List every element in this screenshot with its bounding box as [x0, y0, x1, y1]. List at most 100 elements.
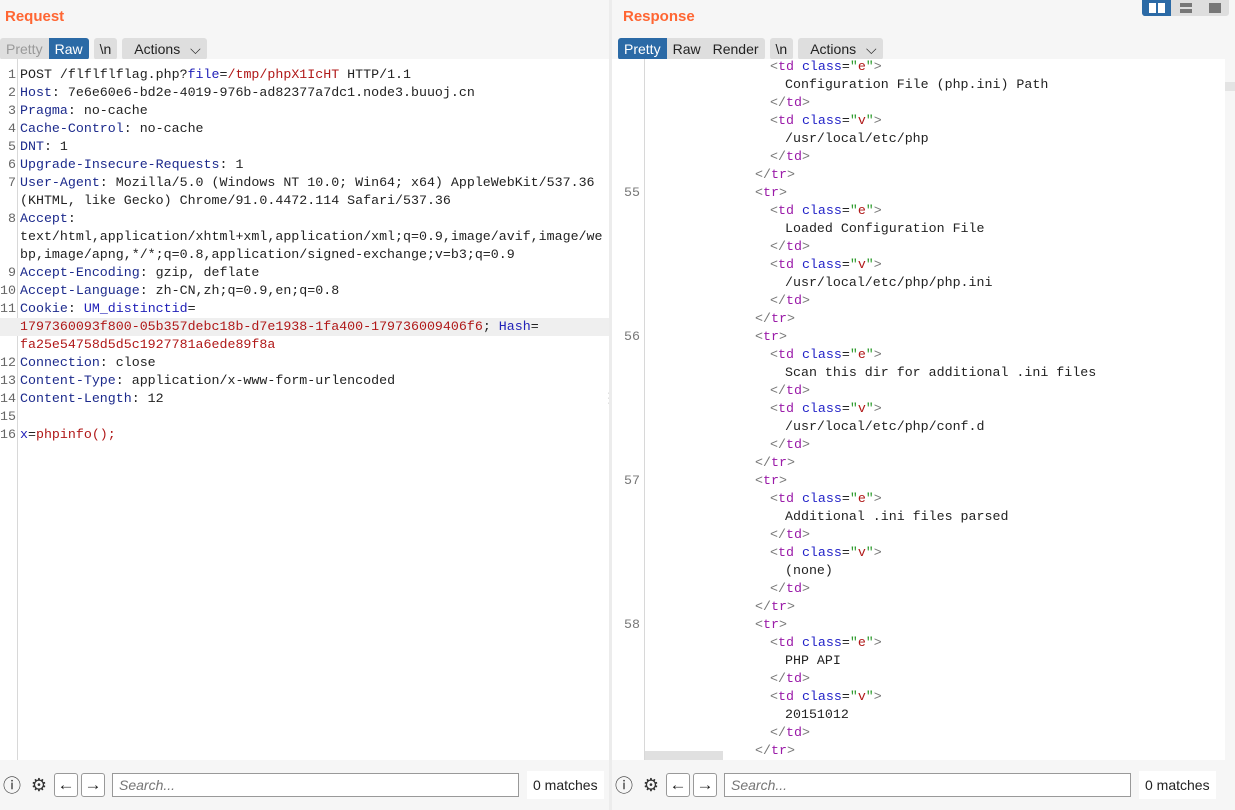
newline-label: \n — [99, 41, 112, 57]
code-token: v — [857, 689, 866, 704]
code-token: " — [865, 257, 874, 272]
code-token: Accept-Encoding — [20, 265, 140, 280]
line-text: <tr> — [640, 616, 787, 634]
code-line: 13 Content-Type: application/x-www-form-u… — [0, 372, 609, 390]
line-text: Cookie: UM_distinctid= — [18, 300, 196, 318]
previous-match-button[interactable]: ← — [54, 773, 78, 797]
code-token: tr — [770, 743, 787, 758]
code-token: Host — [20, 85, 52, 100]
gear-icon[interactable]: ⚙ — [639, 773, 663, 797]
code-token: td — [777, 689, 794, 704]
layout-stacked-icon[interactable] — [1171, 0, 1200, 16]
line-text: Scan this dir for additional .ini files — [640, 364, 1096, 382]
line-text: Accept-Language: zh-CN,zh;q=0.9,en;q=0.8 — [18, 282, 339, 300]
request-tab-raw[interactable]: Raw — [48, 38, 89, 60]
code-token: : no-cache — [123, 121, 204, 136]
request-view-tabs: Pretty Raw — [0, 38, 89, 60]
code-token: file — [187, 67, 220, 82]
request-tab-pretty[interactable]: Pretty — [0, 38, 49, 60]
code-token: class — [801, 689, 842, 704]
code-token: " — [865, 203, 874, 218]
code-line: 57 <tr> — [612, 472, 1225, 490]
response-tab-raw[interactable]: Raw — [667, 38, 707, 60]
code-token: 20151012 — [785, 707, 849, 722]
code-token: td — [785, 725, 802, 740]
request-search-input[interactable] — [112, 773, 519, 797]
line-text: bp,image/apng,*/*;q=0.8,application/sign… — [18, 246, 515, 264]
line-number: 55 — [624, 185, 640, 200]
code-token: : 12 — [131, 391, 164, 406]
code-token: td — [777, 59, 794, 74]
request-search-bar: ⓘ ⚙ ← → 0 matches — [0, 760, 609, 810]
gear-icon[interactable]: ⚙ — [27, 773, 51, 797]
code-token: class — [801, 635, 842, 650]
line-text: x=phpinfo(); — [18, 426, 116, 444]
response-newline-toggle[interactable]: \n — [769, 38, 794, 60]
request-editor[interactable]: 1 POST /flflflflag.php?file=/tmp/phpX1IcH… — [0, 59, 609, 760]
code-token: > — [873, 401, 882, 416]
previous-match-button[interactable]: ← — [666, 773, 690, 797]
code-token: class — [801, 545, 842, 560]
code-token: > — [873, 347, 882, 362]
response-tab-pretty[interactable]: Pretty — [618, 38, 667, 60]
code-token: x — [20, 427, 28, 442]
line-number — [612, 688, 640, 706]
line-number: 4 — [8, 121, 16, 136]
code-line: 8 Accept: — [0, 210, 609, 228]
code-token: " — [865, 401, 874, 416]
response-search-input[interactable] — [724, 773, 1131, 797]
response-editor[interactable]: <tr><td class="e">Configuration File (ph… — [612, 59, 1225, 760]
code-token: = — [841, 203, 850, 218]
help-icon[interactable]: ⓘ — [612, 773, 636, 797]
code-line: <td class="e"> — [612, 634, 1225, 652]
line-number — [612, 598, 640, 616]
code-line: /usr/local/etc/php/conf.d — [612, 418, 1225, 436]
line-number — [612, 400, 640, 418]
next-match-button[interactable]: → — [81, 773, 105, 797]
code-token: Accept-Language — [20, 283, 140, 298]
code-line: bp,image/apng,*/*;q=0.8,application/sign… — [0, 246, 609, 264]
help-icon[interactable]: ⓘ — [0, 773, 24, 797]
request-toolbar: Pretty Raw \n Actions ⌵ — [0, 38, 207, 60]
horizontal-scrollbar[interactable] — [645, 751, 723, 760]
layout-side-by-side-icon[interactable] — [1142, 0, 1171, 16]
code-token: = — [27, 427, 36, 442]
line-text: Host: 7e6e60e6-bd2e-4019-976b-ad82377a7d… — [18, 84, 475, 102]
line-number: 2 — [8, 85, 16, 100]
line-text: PHP API — [640, 652, 841, 670]
code-token: : — [67, 301, 84, 316]
request-actions-button[interactable]: Actions ⌵ — [122, 38, 207, 60]
response-code[interactable]: <tr><td class="e">Configuration File (ph… — [612, 59, 1225, 760]
line-text: (none) — [640, 562, 833, 580]
next-match-button[interactable]: → — [693, 773, 717, 797]
layout-single-icon[interactable] — [1200, 0, 1229, 16]
code-token: = — [841, 491, 850, 506]
response-tab-render[interactable]: Render — [707, 38, 765, 60]
vertical-scrollbar[interactable] — [1225, 82, 1235, 91]
code-line: PHP API — [612, 652, 1225, 670]
code-token: td — [785, 149, 802, 164]
code-token: td — [785, 95, 802, 110]
line-number: 9 — [8, 265, 16, 280]
request-code[interactable]: 1 POST /flflflflag.php?file=/tmp/phpX1IcH… — [0, 66, 609, 444]
line-text: 1797360093f800-05b357debc18b-d7e1938-1fa… — [18, 318, 539, 336]
code-line: 10 Accept-Language: zh-CN,zh;q=0.9,en;q=0… — [0, 282, 609, 300]
code-token: > — [778, 617, 787, 632]
line-number — [612, 292, 640, 310]
code-token: </ — [770, 671, 786, 686]
request-newline-toggle[interactable]: \n — [93, 38, 118, 60]
code-token: " — [849, 113, 858, 128]
request-pane: Request Pretty Raw \n Actions ⌵ 1 POST /f… — [0, 0, 612, 810]
code-token: td — [785, 527, 802, 542]
code-token: > — [801, 239, 810, 254]
response-actions-button[interactable]: Actions ⌵ — [798, 38, 883, 60]
code-line: 1 POST /flflflflag.php?file=/tmp/phpX1IcH… — [0, 66, 609, 84]
line-number — [612, 112, 640, 130]
line-number — [612, 490, 640, 508]
code-line: </tr> — [612, 166, 1225, 184]
code-token: < — [770, 257, 778, 272]
line-text: Cache-Control: no-cache — [18, 120, 204, 138]
code-token: UM_distinctid — [83, 301, 188, 316]
